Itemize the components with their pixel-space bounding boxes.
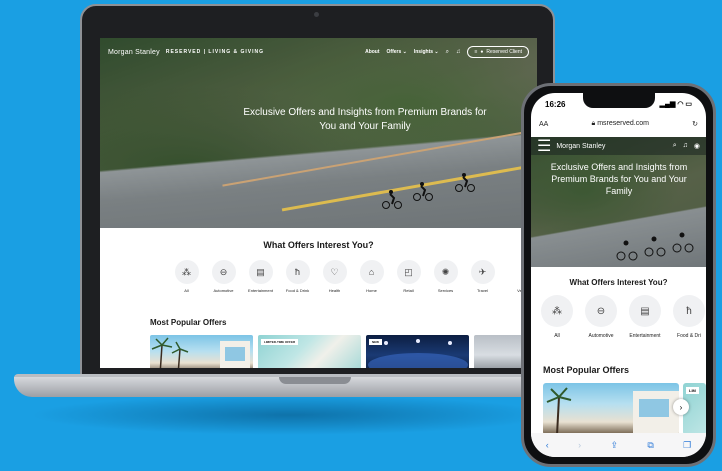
user-icon: ●: [480, 49, 484, 55]
theater-icon: ▤: [629, 295, 661, 327]
laptop-screen: Morgan Stanley RESERVED | LIVING & GIVIN…: [100, 38, 537, 368]
limited-time-badge: LIM: [686, 387, 699, 394]
brand-logo[interactable]: Morgan Stanley: [108, 49, 160, 56]
services-icon: ✺: [433, 260, 458, 284]
category-automotive[interactable]: ⊖ Automotive: [581, 295, 621, 339]
sub-brand: RESERVED | LIVING & GIVING: [165, 49, 264, 55]
bookmarks-icon[interactable]: ⧉: [647, 440, 653, 451]
reload-icon[interactable]: ↻: [692, 120, 698, 128]
lock-icon: 🔒︎: [591, 120, 596, 127]
plane-icon: ✈: [470, 260, 495, 284]
category-all[interactable]: ⁂ All: [537, 295, 577, 339]
clock: 16:26: [545, 99, 566, 109]
mobile-hero-image: [531, 137, 706, 267]
offer-card[interactable]: [150, 335, 253, 368]
category-all[interactable]: ⁂ All: [172, 260, 201, 293]
new-badge: NEW: [369, 339, 382, 345]
url-display[interactable]: 🔒︎ msreserved.com: [592, 120, 649, 128]
cyclists-image: [616, 232, 694, 261]
palm-trees-image: [151, 337, 250, 368]
category-home[interactable]: ⌂ Home: [357, 260, 386, 293]
category-services[interactable]: ✺ Services: [431, 260, 460, 293]
phone-screen: 16:26 ▂▄▆ ◠ ▭ AA 🔒︎ msreserved.com ↻ ☰ M…: [531, 93, 706, 457]
hero-title: Exclusive Offers and Insights from Premi…: [243, 107, 487, 132]
category-travel[interactable]: ✈ Travel: [468, 260, 497, 293]
offer-card[interactable]: LIMITED-TIME OFFER: [258, 335, 361, 368]
client-button-label: Reserved Client: [486, 49, 522, 55]
stethoscope-icon: ♡: [322, 260, 347, 284]
mobile-category-list: ⁂ All ⊖ Automotive ▤ Entertainment ħ Foo…: [537, 295, 706, 339]
category-health[interactable]: ♡ Health: [320, 260, 349, 293]
offers-heading: What Offers Interest You?: [263, 240, 374, 250]
bell-icon[interactable]: ♫: [456, 49, 461, 55]
category-food-drink[interactable]: ħ Food & Dri: [669, 295, 706, 339]
status-bar: 16:26 ▂▄▆ ◠ ▭: [531, 93, 706, 115]
limited-time-badge: LIMITED-TIME OFFER: [261, 339, 299, 345]
mobile-brand-logo[interactable]: Morgan Stanley: [556, 143, 605, 150]
site-header: Morgan Stanley RESERVED | LIVING & GIVIN…: [100, 38, 537, 66]
bell-icon[interactable]: ♫: [683, 142, 688, 150]
camera-icon: [314, 12, 319, 17]
popular-heading: Most Popular Offers: [150, 318, 227, 327]
offer-card[interactable]: [543, 383, 679, 435]
back-icon[interactable]: ‹: [546, 440, 549, 450]
grid-icon: ⁂: [174, 260, 199, 284]
laptop: Morgan Stanley RESERVED | LIVING & GIVIN…: [80, 4, 555, 379]
category-list: ⁂ All ⊖ Automotive ▤ Entertainment ħ Foo…: [172, 260, 534, 293]
mobile-offers-heading: What Offers Interest You?: [569, 278, 668, 287]
mobile-header: ☰ Morgan Stanley ⌕ ♫ ◉: [531, 137, 706, 155]
share-icon[interactable]: ⇪: [610, 440, 618, 451]
mobile-popular-heading: Most Popular Offers: [543, 365, 630, 375]
palm-trees-image: [546, 387, 679, 435]
cyclist-image: [455, 173, 475, 192]
theater-icon: ▤: [248, 260, 273, 284]
car-icon: ⊖: [585, 295, 617, 327]
reserved-client-button[interactable]: ≡ ● Reserved Client: [467, 46, 529, 58]
search-icon[interactable]: ⌕: [673, 142, 677, 150]
mobile-hero-title: Exclusive Offers and Insights from Premi…: [550, 162, 688, 196]
text-size-button[interactable]: AA: [539, 121, 548, 128]
nav-about[interactable]: About: [365, 49, 379, 55]
safari-toolbar: ‹ › ⇪ ⧉ ❐: [531, 433, 706, 457]
nav-offers[interactable]: Offers ⌄: [387, 49, 407, 55]
laptop-shadow: [30, 395, 550, 435]
tabs-icon[interactable]: ❐: [683, 440, 691, 451]
car-icon: ⊖: [211, 260, 236, 284]
cyclist-image: [413, 182, 433, 201]
forward-icon[interactable]: ›: [578, 440, 581, 450]
home-icon: ⌂: [359, 260, 384, 284]
grid-icon: ⁂: [541, 295, 573, 327]
address-bar[interactable]: AA 🔒︎ msreserved.com ↻: [531, 115, 706, 133]
user-icon[interactable]: ◉: [694, 142, 700, 150]
nav-links: About Offers ⌄ Insights ⌄ ⌕ ♫ ≡ ● Reserv…: [365, 46, 529, 58]
category-food-drink[interactable]: ħ Food & Drink: [283, 260, 312, 293]
nav-insights[interactable]: Insights ⌄: [414, 49, 439, 55]
category-entertainment[interactable]: ▤ Entertainment: [246, 260, 275, 293]
offer-card[interactable]: NEW: [366, 335, 469, 368]
laptop-opening-notch: [279, 377, 351, 384]
dining-icon: ħ: [285, 260, 310, 284]
cyclist-image: [382, 190, 402, 209]
shopping-bag-icon: ◰: [396, 260, 421, 284]
hamburger-menu-icon[interactable]: ☰: [537, 136, 551, 156]
signal-wifi-battery-icon: ▂▄▆ ◠ ▭: [659, 101, 692, 108]
category-entertainment[interactable]: ▤ Entertainment: [625, 295, 665, 339]
search-icon[interactable]: ⌕: [446, 49, 449, 56]
phone: 16:26 ▂▄▆ ◠ ▭ AA 🔒︎ msreserved.com ↻ ☰ M…: [521, 83, 716, 467]
dining-icon: ħ: [673, 295, 705, 327]
menu-icon: ≡: [474, 49, 478, 55]
category-automotive[interactable]: ⊖ Automotive: [209, 260, 238, 293]
carousel-next-button[interactable]: ›: [673, 399, 689, 415]
category-retail[interactable]: ◰ Retail: [394, 260, 423, 293]
